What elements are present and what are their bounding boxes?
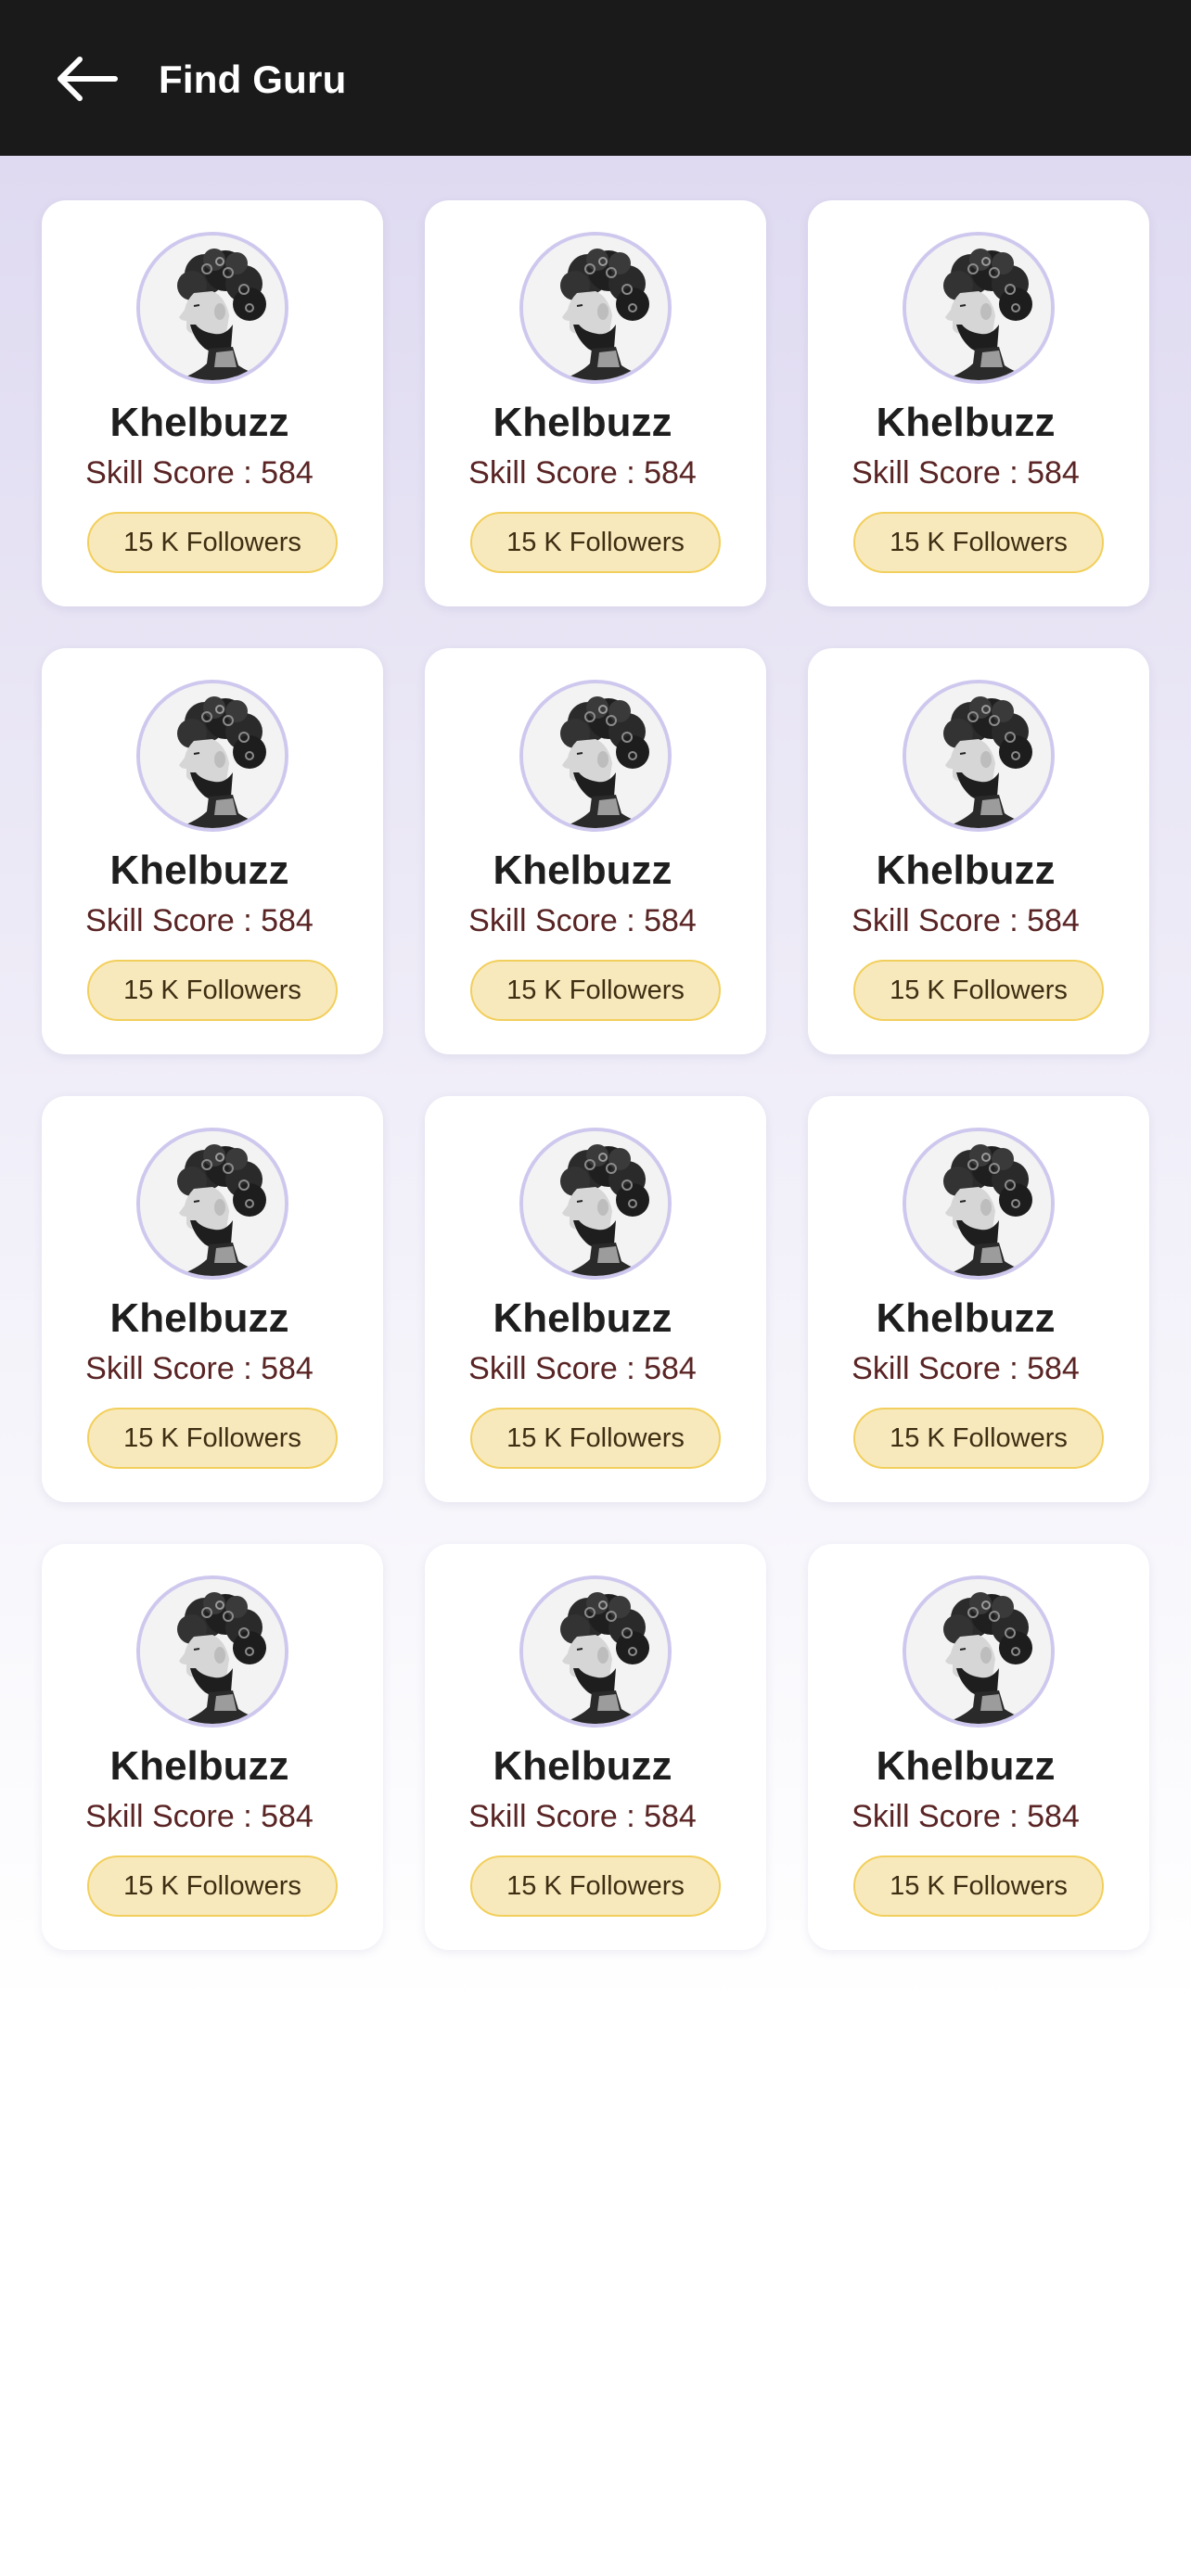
followers-badge-button[interactable]: 15 K Followers: [87, 1855, 338, 1917]
page-title: Find Guru: [159, 57, 347, 101]
avatar: [903, 680, 1055, 832]
arrow-left-icon: [58, 57, 118, 101]
skill-score: Skill Score : 584: [468, 1351, 697, 1386]
avatar-portrait-icon: [523, 1579, 668, 1724]
guru-name: Khelbuzz: [493, 1743, 672, 1789]
guru-card[interactable]: Khelbuzz Skill Score : 584 15 K Follower…: [42, 648, 383, 1054]
guru-name: Khelbuzz: [109, 1743, 289, 1789]
avatar: [136, 1575, 288, 1728]
followers-badge-button[interactable]: 15 K Followers: [853, 1855, 1104, 1917]
guru-name: Khelbuzz: [876, 1295, 1056, 1341]
avatar: [136, 1128, 288, 1280]
followers-badge-button[interactable]: 15 K Followers: [87, 960, 338, 1021]
skill-score: Skill Score : 584: [85, 1351, 314, 1386]
guru-name: Khelbuzz: [493, 1295, 672, 1341]
app-bar: Find Guru: [0, 0, 1191, 156]
back-button[interactable]: [52, 46, 122, 111]
followers-badge-button[interactable]: 15 K Followers: [87, 1408, 338, 1469]
skill-score: Skill Score : 584: [468, 903, 697, 938]
guru-name: Khelbuzz: [109, 400, 289, 445]
skill-score: Skill Score : 584: [85, 455, 314, 491]
guru-name: Khelbuzz: [876, 848, 1056, 893]
skill-score: Skill Score : 584: [85, 1799, 314, 1834]
avatar-portrait-icon: [140, 236, 285, 380]
guru-name: Khelbuzz: [493, 400, 672, 445]
avatar-portrait-icon: [906, 236, 1051, 380]
followers-badge-button[interactable]: 15 K Followers: [470, 512, 721, 573]
guru-name: Khelbuzz: [109, 848, 289, 893]
guru-card[interactable]: Khelbuzz Skill Score : 584 15 K Follower…: [425, 648, 766, 1054]
guru-card[interactable]: Khelbuzz Skill Score : 584 15 K Follower…: [808, 1096, 1149, 1502]
followers-badge-button[interactable]: 15 K Followers: [470, 960, 721, 1021]
guru-name: Khelbuzz: [493, 848, 672, 893]
skill-score: Skill Score : 584: [468, 455, 697, 491]
guru-list-area: Khelbuzz Skill Score : 584 15 K Follower…: [0, 156, 1191, 2576]
avatar-portrait-icon: [523, 236, 668, 380]
avatar-portrait-icon: [906, 1579, 1051, 1724]
avatar: [519, 680, 672, 832]
skill-score: Skill Score : 584: [852, 1351, 1080, 1386]
guru-card[interactable]: Khelbuzz Skill Score : 584 15 K Follower…: [42, 200, 383, 606]
guru-card[interactable]: Khelbuzz Skill Score : 584 15 K Follower…: [42, 1096, 383, 1502]
followers-badge-button[interactable]: 15 K Followers: [470, 1855, 721, 1917]
skill-score: Skill Score : 584: [852, 455, 1080, 491]
skill-score: Skill Score : 584: [852, 903, 1080, 938]
followers-badge-button[interactable]: 15 K Followers: [853, 960, 1104, 1021]
guru-name: Khelbuzz: [876, 1743, 1056, 1789]
avatar: [136, 680, 288, 832]
followers-badge-button[interactable]: 15 K Followers: [87, 512, 338, 573]
avatar-portrait-icon: [140, 683, 285, 828]
guru-card[interactable]: Khelbuzz Skill Score : 584 15 K Follower…: [425, 200, 766, 606]
avatar-portrait-icon: [906, 1131, 1051, 1276]
skill-score: Skill Score : 584: [468, 1799, 697, 1834]
avatar: [136, 232, 288, 384]
guru-card[interactable]: Khelbuzz Skill Score : 584 15 K Follower…: [425, 1544, 766, 1950]
avatar: [519, 1128, 672, 1280]
avatar: [903, 1575, 1055, 1728]
avatar-portrait-icon: [523, 683, 668, 828]
skill-score: Skill Score : 584: [85, 903, 314, 938]
guru-name: Khelbuzz: [876, 400, 1056, 445]
followers-badge-button[interactable]: 15 K Followers: [853, 1408, 1104, 1469]
guru-card[interactable]: Khelbuzz Skill Score : 584 15 K Follower…: [808, 648, 1149, 1054]
skill-score: Skill Score : 584: [852, 1799, 1080, 1834]
guru-card[interactable]: Khelbuzz Skill Score : 584 15 K Follower…: [42, 1544, 383, 1950]
guru-card[interactable]: Khelbuzz Skill Score : 584 15 K Follower…: [808, 200, 1149, 606]
avatar-portrait-icon: [523, 1131, 668, 1276]
guru-card[interactable]: Khelbuzz Skill Score : 584 15 K Follower…: [808, 1544, 1149, 1950]
guru-grid: Khelbuzz Skill Score : 584 15 K Follower…: [42, 200, 1149, 1950]
followers-badge-button[interactable]: 15 K Followers: [853, 512, 1104, 573]
avatar: [519, 1575, 672, 1728]
guru-card[interactable]: Khelbuzz Skill Score : 584 15 K Follower…: [425, 1096, 766, 1502]
avatar-portrait-icon: [140, 1131, 285, 1276]
avatar: [519, 232, 672, 384]
avatar: [903, 1128, 1055, 1280]
guru-name: Khelbuzz: [109, 1295, 289, 1341]
avatar-portrait-icon: [140, 1579, 285, 1724]
followers-badge-button[interactable]: 15 K Followers: [470, 1408, 721, 1469]
avatar-portrait-icon: [906, 683, 1051, 828]
avatar: [903, 232, 1055, 384]
